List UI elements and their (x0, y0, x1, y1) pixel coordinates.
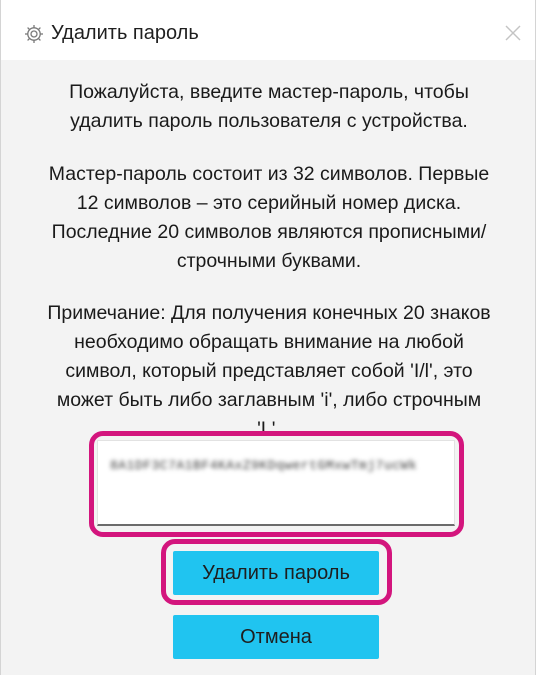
intro-message: Пожалуйста, введите мастер-пароль, чтобы… (25, 78, 513, 136)
master-password-value: 8A1DF3C7A1BF4KAxZ9KDqwertGMxwTmj7ucWk (110, 458, 418, 473)
gear-icon (25, 25, 43, 43)
dialog-title: Удалить пароль (51, 22, 199, 44)
note-line: символ, который представляет собой 'I/l'… (65, 360, 473, 382)
note-line: необходимо обращать внимание на любой (74, 331, 464, 353)
remove-password-dialog: Удалить пароль Пожалуйста, введите масте… (0, 0, 536, 675)
details-message: Мастер-пароль состоит из 32 символов. Пе… (25, 160, 513, 276)
details-line: 12 символов – это серийный номер диска. (76, 192, 462, 214)
note-line: Примечание: Для получения конечных 20 зн… (47, 302, 491, 324)
note-line: может быть либо заглавным 'i', либо стро… (56, 389, 482, 411)
cancel-button[interactable]: Отмена (173, 615, 379, 659)
close-icon[interactable] (501, 21, 525, 45)
details-line: Последние 20 символов являются прописным… (51, 221, 487, 243)
master-password-field[interactable]: 8A1DF3C7A1BF4KAxZ9KDqwertGMxwTmj7ucWk (97, 440, 455, 526)
intro-line: удалить пароль пользователя с устройства… (70, 110, 468, 132)
delete-password-button[interactable]: Удалить пароль (173, 551, 379, 595)
details-line: Мастер-пароль состоит из 32 символов. Пе… (48, 163, 490, 185)
title-bar: Удалить пароль (1, 0, 535, 60)
intro-line: Пожалуйста, введите мастер-пароль, чтобы (69, 81, 469, 103)
note-message: Примечание: Для получения конечных 20 зн… (25, 299, 513, 444)
details-line: строчными буквами. (176, 250, 362, 272)
